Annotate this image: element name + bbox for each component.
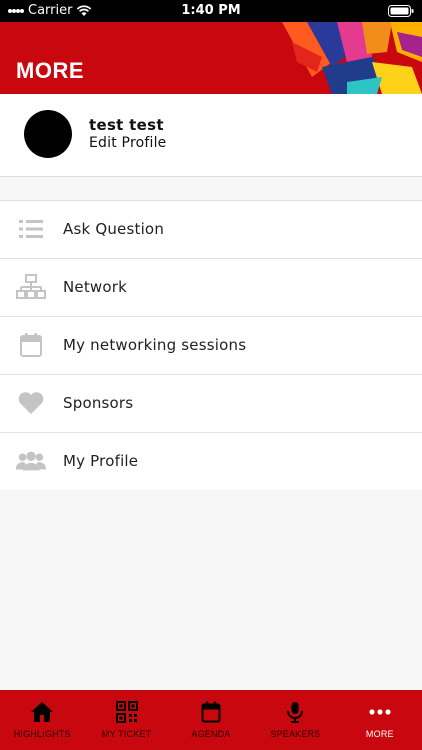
menu-item-label: Sponsors (63, 394, 134, 412)
menu-item-label: My networking sessions (63, 336, 247, 354)
menu-item-label: Network (63, 278, 128, 296)
header-hands-artwork (282, 22, 422, 94)
tab-label: AGENDA (191, 729, 231, 739)
tab-label: MORE (365, 729, 394, 739)
more-dots-icon (368, 701, 392, 723)
status-bar: Carrier 1:40 PM (0, 0, 422, 22)
menu-item-my-networking-sessions[interactable]: My networking sessions (0, 317, 422, 375)
profile-name: test test (89, 116, 164, 134)
tab-label: HIGHLIGHTS (13, 729, 71, 739)
tab-agenda[interactable]: AGENDA (169, 690, 253, 750)
microphone-icon (283, 701, 307, 723)
page-title: MORE (16, 58, 84, 83)
more-menu: Ask Question Network My networking sessi… (0, 200, 422, 490)
menu-item-label: Ask Question (63, 220, 165, 238)
status-time: 1:40 PM (181, 3, 241, 18)
heart-icon (16, 389, 46, 417)
page-header: MORE (0, 22, 422, 94)
avatar[interactable] (24, 110, 72, 158)
edit-profile-link[interactable]: Edit Profile (89, 135, 167, 151)
calendar-icon (16, 331, 46, 359)
calendar-icon (199, 701, 223, 723)
bottom-tab-bar: HIGHLIGHTS MY TICKET AGENDA SPEAKERS MOR… (0, 690, 422, 750)
network-icon (16, 273, 46, 301)
tab-more[interactable]: MORE (338, 690, 422, 750)
profile-card[interactable]: test test Edit Profile (0, 94, 422, 177)
menu-item-network[interactable]: Network (0, 259, 422, 317)
tab-speakers[interactable]: SPEAKERS (253, 690, 337, 750)
tab-my-ticket[interactable]: MY TICKET (84, 690, 168, 750)
menu-item-my-profile[interactable]: My Profile (0, 433, 422, 490)
home-icon (30, 701, 54, 723)
menu-item-sponsors[interactable]: Sponsors (0, 375, 422, 433)
qr-code-icon (115, 701, 139, 723)
battery-icon (388, 5, 414, 17)
tab-label: MY TICKET (101, 729, 152, 739)
menu-item-ask-question[interactable]: Ask Question (0, 201, 422, 259)
tab-label: SPEAKERS (270, 729, 321, 739)
list-icon (16, 215, 46, 243)
tab-highlights[interactable]: HIGHLIGHTS (0, 690, 84, 750)
users-icon (16, 447, 46, 475)
menu-item-label: My Profile (63, 452, 139, 470)
